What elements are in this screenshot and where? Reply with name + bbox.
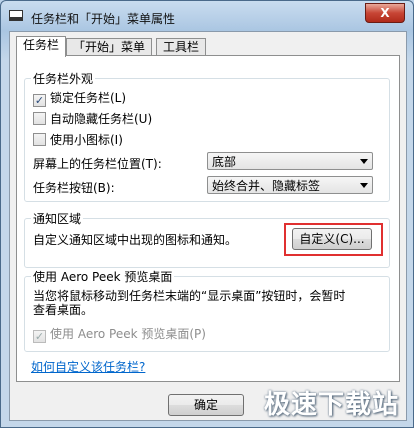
taskbar-tab-panel: 任务栏外观 ✓ 锁定任务栏(L) 自动隐藏任务栏(U) 使用小图标(I) 屏幕上的… [16,55,400,382]
aero-peek-legend: 使用 Aero Peek 预览桌面 [31,268,175,285]
lock-taskbar-checkbox[interactable]: ✓ [33,94,46,107]
autohide-option[interactable]: 自动隐藏任务栏(U) [33,110,152,127]
title-bar[interactable]: 任务栏和「开始」菜单属性 X [1,1,413,33]
appearance-group: 任务栏外观 ✓ 锁定任务栏(L) 自动隐藏任务栏(U) 使用小图标(I) 屏幕上的… [24,70,390,202]
tab-toolbars[interactable]: 工具栏 [156,38,207,56]
tab-start-menu[interactable]: 「开始」菜单 [66,38,153,56]
autohide-checkbox[interactable] [33,112,46,125]
aero-peek-group: 使用 Aero Peek 预览桌面 当您将鼠标移动到任务栏末端的“显示桌面”按钮… [24,268,390,352]
ok-button[interactable]: 确定 [168,394,244,416]
close-button[interactable]: X [365,3,405,23]
watermark-logo: 极速下载站 [263,390,399,420]
lock-taskbar-option[interactable]: ✓ 锁定任务栏(L) [33,89,126,107]
window-title: 任务栏和「开始」菜单属性 [31,12,176,26]
chevron-down-icon [360,183,368,188]
taskbar-icon [9,10,23,21]
aero-peek-option[interactable]: ✓ 使用 Aero Peek 预览桌面(P) [33,325,206,343]
tab-taskbar[interactable]: 任务栏 [16,36,67,57]
dialog-window: 任务栏和「开始」菜单属性 X 任务栏 「开始」菜单 工具栏 任务栏外观 ✓ 锁定任… [0,0,414,428]
help-link[interactable]: 如何自定义该任务栏? [31,358,145,375]
lock-taskbar-label: 锁定任务栏(L) [50,91,127,105]
buttons-value: 始终合并、隐藏标签 [212,179,321,193]
position-select[interactable]: 底部 [207,152,373,170]
small-icons-label: 使用小图标(I) [50,133,123,147]
aero-peek-label: 使用 Aero Peek 预览桌面(P) [50,327,206,341]
notification-legend: 通知区域 [31,210,84,227]
dialog-body: 任务栏 「开始」菜单 工具栏 任务栏外观 ✓ 锁定任务栏(L) 自动隐藏任务栏(U… [9,31,407,421]
small-icons-option[interactable]: 使用小图标(I) [33,131,123,148]
position-value: 底部 [212,155,237,169]
aero-peek-description-line2: 查看桌面。 [33,303,94,317]
appearance-legend: 任务栏外观 [31,70,96,87]
chevron-down-icon [360,159,368,164]
small-icons-checkbox[interactable] [33,133,46,146]
notification-description: 自定义通知区域中出现的图标和通知。 [33,233,238,247]
aero-peek-checkbox[interactable]: ✓ [33,330,46,343]
position-label: 屏幕上的任务栏位置(T): [33,157,162,171]
autohide-label: 自动隐藏任务栏(U) [50,112,153,126]
customize-button[interactable]: 自定义(C)... [292,228,372,250]
buttons-select[interactable]: 始终合并、隐藏标签 [207,176,373,194]
buttons-label: 任务栏按钮(B): [33,181,115,195]
notification-group: 通知区域 自定义通知区域中出现的图标和通知。 自定义(C)... [24,210,390,268]
